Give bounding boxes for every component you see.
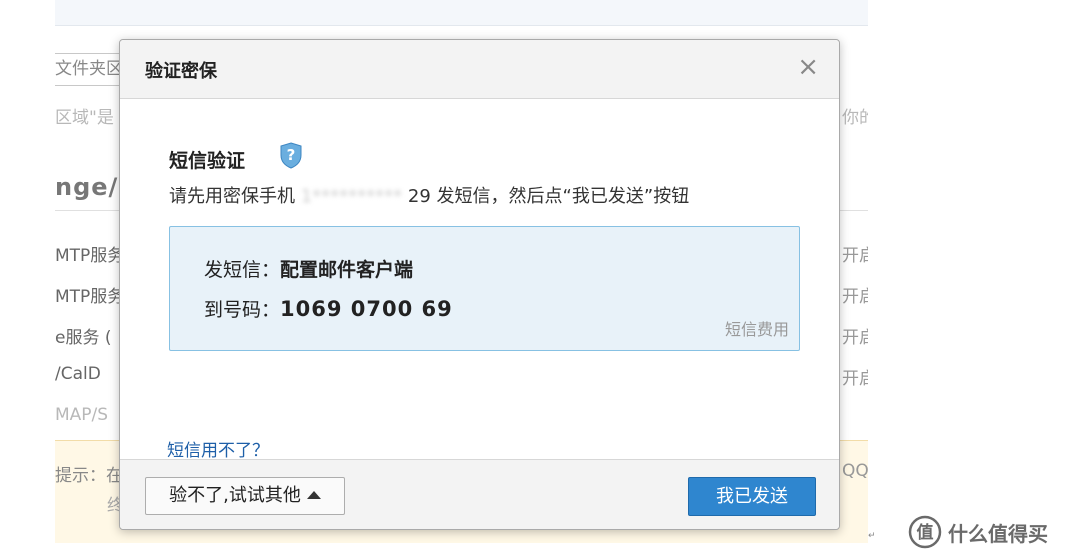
masked-phone-number: 1********** (300, 186, 403, 207)
sms-content-row: 发短信：配置邮件客户端 (204, 255, 413, 282)
sms-target-number: 1069 0700 69 (280, 297, 453, 321)
sms-content-value: 配置邮件客户端 (280, 259, 414, 281)
background-row-label: MTP服务 (55, 287, 125, 307)
sms-number-label: 到号码： (204, 299, 281, 321)
background-row-label: e服务 ( (55, 328, 112, 348)
question-shield-icon[interactable]: ? (280, 142, 302, 169)
already-sent-button[interactable]: 我已发送 (688, 477, 816, 516)
sms-fee-link[interactable]: 短信费用 (725, 316, 789, 340)
watermark-text: 什么值得买 (948, 521, 1048, 546)
smzdm-logo-icon: 值 (908, 515, 942, 549)
svg-text:值: 值 (917, 522, 934, 543)
verify-security-dialog: 验证密保 × 短信验证 ? 请先用密保手机 1********** 29 发短信… (119, 39, 840, 530)
background-section-heading: nge/ (55, 173, 119, 201)
background-row-status[interactable]: 开启 (842, 323, 868, 348)
sms-content-label: 发短信： (204, 259, 281, 281)
background-tip-right: QQ (842, 461, 868, 481)
try-other-label: 验不了,试试其他 (169, 485, 301, 506)
background-description-right: 你的 (842, 108, 868, 128)
dialog-header: 验证密保 × (120, 40, 839, 99)
dialog-title: 验证密保 (145, 61, 217, 82)
sms-verification-heading: 短信验证 (169, 150, 246, 172)
sms-unavailable-link[interactable]: 短信用不了？ (167, 436, 269, 461)
watermark: 值 什么值得买 (908, 515, 1048, 549)
sms-number-row: 到号码：1069 0700 69 (204, 295, 453, 322)
small-mark: ↵ (868, 531, 876, 541)
instruction-suffix: 29 发短信，然后点“我已发送”按钮 (407, 186, 690, 207)
background-row-status[interactable]: 开启 (842, 364, 868, 389)
background-row-status[interactable]: 开启 (842, 241, 868, 266)
try-other-methods-button[interactable]: 验不了,试试其他 (145, 477, 345, 515)
sms-instruction: 请先用密保手机 1********** 29 发短信，然后点“我已发送”按钮 (169, 182, 689, 208)
background-top-strip (55, 0, 868, 26)
background-row-label: MAP/S (55, 405, 109, 425)
background-row-label: MTP服务 (55, 246, 125, 266)
close-icon[interactable]: × (797, 54, 819, 80)
background-row-status[interactable]: 开启 (842, 282, 868, 307)
instruction-prefix: 请先用密保手机 (169, 186, 295, 207)
dialog-footer: 验不了,试试其他 我已发送 (120, 459, 839, 529)
background-tip-text: 提示：在 (55, 466, 123, 486)
svg-text:?: ? (287, 146, 296, 164)
sms-info-box: 发短信：配置邮件客户端 到号码：1069 0700 69 短信费用 (169, 226, 800, 351)
background-description: 区域"是 (55, 108, 114, 128)
caret-up-icon (306, 491, 321, 499)
background-row-label: /CalD (55, 364, 101, 384)
